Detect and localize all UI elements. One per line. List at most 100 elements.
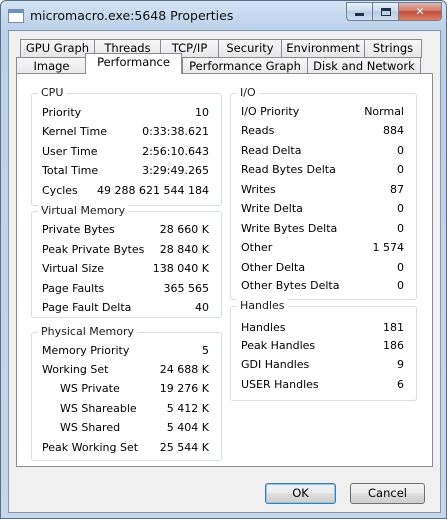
- row-value: 6: [397, 378, 404, 391]
- row-value: 186: [383, 339, 404, 352]
- row-value: 25 544 K: [159, 441, 209, 454]
- cancel-button[interactable]: Cancel: [350, 483, 425, 504]
- row-value: 28 840 K: [159, 243, 209, 256]
- row-label: Priority: [42, 106, 82, 119]
- row-value: 138 040 K: [152, 262, 209, 275]
- handles-row-handles: Handles 181: [231, 321, 416, 337]
- row-value: 0: [397, 144, 404, 157]
- tab-performance[interactable]: Performance: [85, 53, 182, 74]
- row-value: 24 688 K: [159, 363, 209, 376]
- virtual-memory-group: Virtual Memory Private Bytes 28 660 K Pea…: [31, 204, 222, 318]
- physical-memory-group-title: Physical Memory: [38, 325, 137, 338]
- caption-buttons: ✕: [346, 2, 442, 21]
- row-label: Total Time: [42, 164, 99, 177]
- cpu-row-priority: Priority 10: [32, 106, 221, 122]
- tab-strings[interactable]: Strings: [364, 39, 422, 58]
- maximize-button[interactable]: [372, 2, 398, 21]
- pm-row-ws-shared: WS Shared 5 404 K: [32, 421, 221, 437]
- row-label: Peak Working Set: [42, 441, 139, 454]
- row-value: 1 574: [372, 241, 405, 254]
- row-label: Page Faults: [42, 282, 105, 295]
- cpu-group: CPU Priority 10 Kernel Time 0:33:38.621 Us…: [31, 86, 222, 206]
- title-bar[interactable]: micromacro.exe:5648 Properties ✕: [1, 1, 447, 31]
- io-row-io-priority: I/O Priority Normal: [231, 105, 416, 121]
- io-group-title: I/O: [237, 86, 259, 99]
- row-value: 0: [397, 163, 404, 176]
- ok-button[interactable]: OK: [265, 483, 336, 504]
- handles-group-title: Handles: [237, 299, 288, 312]
- cpu-row-kernel-time: Kernel Time 0:33:38.621: [32, 125, 221, 141]
- row-value: 10: [195, 106, 209, 119]
- row-value: 19 276 K: [159, 382, 209, 395]
- io-group: I/O I/O Priority Normal Reads 884 Read Del…: [230, 86, 417, 300]
- row-label: Cycles: [42, 184, 78, 197]
- window-title: micromacro.exe:5648 Properties: [30, 8, 234, 23]
- row-label: Write Bytes Delta: [241, 222, 338, 235]
- cpu-row-user-time: User Time 2:56:10.643: [32, 145, 221, 161]
- handles-row-gdi-handles: GDI Handles 9: [231, 358, 416, 374]
- row-value: 884: [383, 124, 404, 137]
- row-label: Virtual Size: [42, 262, 105, 275]
- row-value: 40: [195, 301, 209, 314]
- row-label: WS Shareable: [60, 402, 137, 415]
- tab-gpu-graph[interactable]: GPU Graph: [20, 39, 95, 58]
- io-row-other-delta: Other Delta 0: [231, 261, 416, 277]
- row-label: USER Handles: [241, 378, 319, 391]
- io-row-reads: Reads 884: [231, 124, 416, 140]
- cpu-row-cycles: Cycles 49 288 621 544 184: [32, 184, 221, 200]
- tab-environment[interactable]: Environment: [281, 39, 365, 58]
- pm-row-ws-shareable: WS Shareable 5 412 K: [32, 402, 221, 418]
- row-label: Private Bytes: [42, 223, 115, 236]
- row-value: 5 404 K: [166, 421, 209, 434]
- close-button[interactable]: ✕: [398, 2, 442, 21]
- app-window-icon: [8, 9, 24, 23]
- row-label: WS Shared: [60, 421, 121, 434]
- close-icon: ✕: [415, 5, 425, 18]
- row-value: 2:56:10.643: [142, 145, 209, 158]
- io-row-read-delta: Read Delta 0: [231, 144, 416, 160]
- row-label: Read Delta: [241, 144, 302, 157]
- io-row-write-bytes-delta: Write Bytes Delta 0: [231, 222, 416, 238]
- row-label: Write Delta: [241, 202, 303, 215]
- row-value: 5 412 K: [166, 402, 209, 415]
- vm-row-peak-private-bytes: Peak Private Bytes 28 840 K: [32, 243, 221, 259]
- row-value: 365 565: [163, 282, 210, 295]
- row-label: Read Bytes Delta: [241, 163, 336, 176]
- properties-window: micromacro.exe:5648 Properties ✕ GPU Gra…: [0, 0, 447, 519]
- row-value: 0: [397, 261, 404, 274]
- minimize-button[interactable]: [346, 2, 372, 21]
- row-value: 0: [397, 202, 404, 215]
- row-label: GDI Handles: [241, 358, 310, 371]
- pm-row-working-set: Working Set 24 688 K: [32, 363, 221, 379]
- row-label: User Time: [42, 145, 98, 158]
- row-value: 9: [397, 358, 404, 371]
- handles-row-peak-handles: Peak Handles 186: [231, 339, 416, 355]
- row-label: Other Bytes Delta: [241, 279, 340, 292]
- row-value: 3:29:49.265: [142, 164, 209, 177]
- row-value: 181: [383, 321, 404, 334]
- row-value: 49 288 621 544 184: [97, 184, 209, 197]
- row-label: Handles: [241, 321, 286, 334]
- virtual-memory-group-title: Virtual Memory: [38, 204, 129, 217]
- io-row-other-bytes-delta: Other Bytes Delta 0: [231, 279, 416, 295]
- row-label: Writes: [241, 183, 276, 196]
- handles-group: Handles Handles 181 Peak Handles 186 GDI H…: [230, 299, 417, 401]
- pm-row-peak-working-set: Peak Working Set 25 544 K: [32, 441, 221, 457]
- row-label: I/O Priority: [241, 105, 300, 118]
- tab-security[interactable]: Security: [218, 39, 282, 58]
- vm-row-page-faults: Page Faults 365 565: [32, 282, 221, 298]
- maximize-icon: [380, 7, 391, 16]
- row-label: Memory Priority: [42, 344, 130, 357]
- io-row-writes: Writes 87: [231, 183, 416, 199]
- vm-row-page-fault-delta: Page Fault Delta 40: [32, 301, 221, 317]
- row-label: Other: [241, 241, 273, 254]
- cpu-row-total-time: Total Time 3:29:49.265: [32, 164, 221, 180]
- vm-row-virtual-size: Virtual Size 138 040 K: [32, 262, 221, 278]
- row-value: 87: [390, 183, 404, 196]
- row-value: Normal: [364, 105, 404, 118]
- io-row-other: Other 1 574: [231, 241, 416, 257]
- physical-memory-group: Physical Memory Memory Priority 5 Working…: [31, 325, 222, 461]
- row-label: Working Set: [42, 363, 109, 376]
- row-value: 0: [397, 279, 404, 292]
- row-value: 28 660 K: [159, 223, 209, 236]
